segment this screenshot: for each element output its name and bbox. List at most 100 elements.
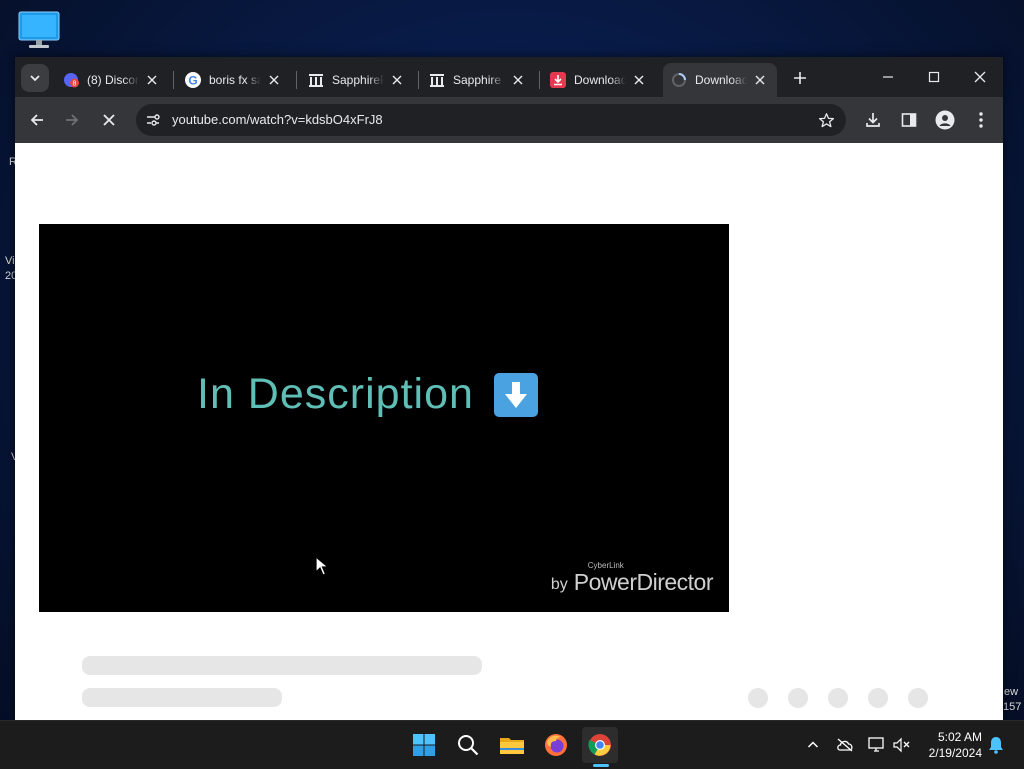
watermark-brand: PowerDirector <box>573 569 714 595</box>
volume-muted-tray-icon[interactable] <box>892 735 912 755</box>
tab-google-search[interactable]: G boris fx sapphire <box>177 63 291 97</box>
show-hidden-icons-button[interactable] <box>803 735 823 755</box>
start-button[interactable] <box>406 727 442 763</box>
taskbar: 5:02 AM 2/19/2024 <box>0 720 1024 769</box>
close-icon <box>974 71 986 83</box>
tab-title: Sapphire <box>453 73 502 87</box>
archive-icon <box>308 72 324 88</box>
tab-discord[interactable]: 8 (8) Discord <box>55 63 169 97</box>
network-tray-icon[interactable] <box>867 735 887 755</box>
downloads-button[interactable] <box>859 106 887 134</box>
browser-toolbar: youtube.com/watch?v=kdsbO4xFrJ8 <box>15 97 1003 143</box>
close-icon[interactable] <box>388 71 406 89</box>
browser-window: 8 (8) Discord G boris fx sapphire Sapphi… <box>15 57 1003 720</box>
desktop-clipped-label: ew <box>1004 686 1019 698</box>
close-icon[interactable] <box>751 71 769 89</box>
video-overlay-text: In Description <box>197 370 538 419</box>
loading-placeholder-channel <box>82 688 282 707</box>
tab-strip: 8 (8) Discord G boris fx sapphire Sapphi… <box>15 57 1003 97</box>
firefox-button[interactable] <box>538 727 574 763</box>
down-arrow-icon <box>493 372 538 417</box>
archive-icon <box>429 72 445 88</box>
desktop-clipped-label: Vi <box>5 255 15 267</box>
minimize-icon <box>883 76 893 78</box>
watermark-cyberlink: CyberLink <box>587 561 624 570</box>
loading-placeholder-action <box>868 688 888 708</box>
avatar-icon <box>935 110 955 130</box>
tab-sapphire[interactable]: Sapphire <box>421 63 535 97</box>
tab-title: Download <box>695 73 747 87</box>
stop-loading-button[interactable] <box>95 106 123 134</box>
arrow-right-icon <box>66 114 79 126</box>
menu-button[interactable] <box>967 106 995 134</box>
side-panel-icon <box>901 113 917 127</box>
svg-text:8: 8 <box>73 81 77 88</box>
bell-icon <box>989 737 1003 754</box>
address-bar[interactable]: youtube.com/watch?v=kdsbO4xFrJ8 <box>136 104 846 136</box>
loading-spinner-icon <box>671 72 687 88</box>
loading-placeholder-action <box>748 688 768 708</box>
bookmark-star-icon[interactable] <box>816 110 836 130</box>
discord-icon: 8 <box>63 72 79 88</box>
onedrive-tray-icon[interactable] <box>835 735 855 755</box>
download-icon <box>866 113 880 127</box>
more-vert-icon <box>979 112 983 128</box>
forward-button[interactable] <box>58 106 86 134</box>
new-tab-button[interactable] <box>787 65 813 91</box>
close-window-button[interactable] <box>957 57 1003 97</box>
close-icon[interactable] <box>143 71 161 89</box>
loading-placeholder-action <box>828 688 848 708</box>
tab-title: Download <box>574 73 626 87</box>
video-watermark: by CyberLink PowerDirector <box>550 561 714 596</box>
desktop-this-pc-icon[interactable] <box>16 10 64 50</box>
clock-date: 2/19/2024 <box>928 746 982 760</box>
tab-download[interactable]: Download <box>542 63 656 97</box>
file-explorer-button[interactable] <box>494 727 530 763</box>
url-text[interactable]: youtube.com/watch?v=kdsbO4xFrJ8 <box>172 112 383 127</box>
loading-placeholder-title <box>82 656 482 675</box>
chrome-icon <box>588 734 611 756</box>
tab-search-button[interactable] <box>21 64 49 92</box>
plus-icon <box>794 72 806 84</box>
minimize-button[interactable] <box>865 57 911 97</box>
close-icon[interactable] <box>509 71 527 89</box>
google-icon: G <box>185 72 201 88</box>
download-favicon-icon <box>550 72 566 88</box>
page-content: In Description by CyberLink PowerDirecto… <box>15 143 1003 720</box>
close-icon[interactable] <box>265 71 283 89</box>
tab-title: SapphirePlugins <box>332 73 384 87</box>
video-player[interactable]: In Description by CyberLink PowerDirecto… <box>39 224 729 612</box>
system-clock[interactable]: 5:02 AM 2/19/2024 <box>918 729 982 761</box>
site-settings-icon[interactable] <box>144 111 162 129</box>
clock-time: 5:02 AM <box>937 730 982 744</box>
mouse-cursor-icon <box>315 556 329 576</box>
stop-x-icon <box>103 114 115 126</box>
notifications-button[interactable] <box>986 735 1006 755</box>
tab-sapphire-plugins[interactable]: SapphirePlugins <box>300 63 414 97</box>
active-app-indicator <box>593 764 609 767</box>
windows-logo-icon <box>413 734 435 756</box>
side-panel-button[interactable] <box>895 106 923 134</box>
folder-icon <box>500 738 524 754</box>
watermark-by: by <box>550 576 568 593</box>
search-button[interactable] <box>450 727 486 763</box>
video-caption: In Description <box>197 370 474 418</box>
search-icon <box>458 735 479 756</box>
close-icon[interactable] <box>630 71 648 89</box>
loading-placeholder-action <box>788 688 808 708</box>
chevron-down-icon <box>30 75 40 82</box>
arrow-left-icon <box>30 114 43 126</box>
maximize-button[interactable] <box>911 57 957 97</box>
profile-button[interactable] <box>931 106 959 134</box>
tab-title: boris fx sapphire <box>209 73 261 87</box>
loading-placeholder-action <box>908 688 928 708</box>
chevron-up-icon <box>807 741 819 748</box>
svg-text:G: G <box>188 74 197 88</box>
chrome-button[interactable] <box>582 727 618 763</box>
tab-title: (8) Discord <box>87 73 139 87</box>
tab-download-active[interactable]: Download <box>663 63 777 97</box>
back-button[interactable] <box>23 106 51 134</box>
desktop-clipped-label: 157 <box>1003 701 1022 713</box>
maximize-icon <box>928 71 940 83</box>
firefox-icon <box>545 734 567 756</box>
